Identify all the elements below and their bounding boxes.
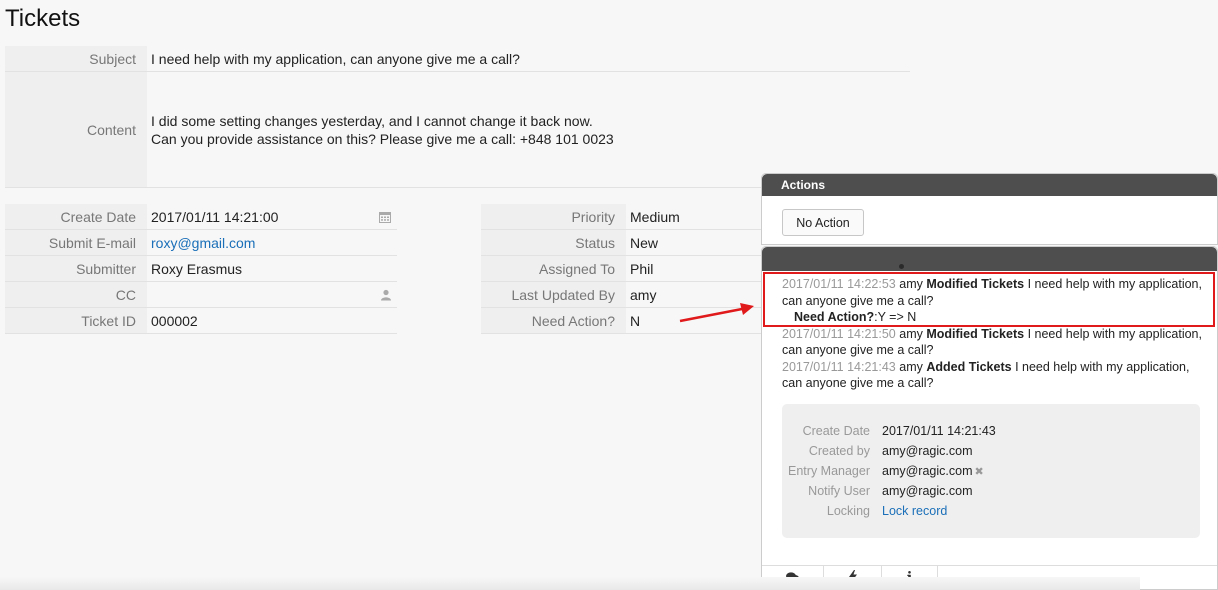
highlight-box — [763, 272, 1215, 327]
assigned-to-row: Assigned To Phil — [481, 256, 771, 282]
actions-header: Actions — [762, 174, 1217, 196]
info-created-by-value: amy@ragic.com — [882, 444, 973, 458]
subject-value[interactable]: I need help with my application, can any… — [147, 46, 910, 71]
info-locking-label: Locking — [826, 504, 870, 518]
cc-row: CC — [5, 282, 397, 308]
history-entry: 2017/01/11 14:21:43 amy Added Tickets I … — [782, 359, 1202, 392]
submit-email-link[interactable]: roxy@gmail.com — [151, 235, 255, 251]
status-row: Status New — [481, 230, 771, 256]
resize-handle[interactable] — [899, 264, 904, 269]
history-user: amy — [899, 326, 923, 341]
submitter-value[interactable]: Roxy Erasmus — [147, 256, 397, 281]
history-entry: 2017/01/11 14:21:50 amy Modified Tickets… — [782, 326, 1202, 359]
history-action: Modified Tickets — [926, 326, 1025, 341]
info-notify-user-row: Notify User amy@ragic.com — [782, 481, 1200, 501]
page-title: Tickets — [5, 5, 81, 32]
lock-record-link[interactable]: Lock record — [882, 504, 947, 518]
priority-row: Priority Medium — [481, 204, 771, 230]
info-entry-manager-value: amy@ragic.com — [882, 464, 973, 478]
history-action: Added Tickets — [926, 359, 1012, 374]
info-notify-user-value: amy@ragic.com — [882, 484, 973, 498]
create-date-field[interactable]: 2017/01/11 14:21:00 — [147, 204, 397, 229]
submit-email-label: Submit E-mail — [5, 230, 147, 255]
content-line-1: I did some setting changes yesterday, an… — [151, 112, 593, 129]
ticket-id-value: 000002 — [151, 312, 198, 329]
subject-row: Subject I need help with my application,… — [5, 46, 910, 72]
info-entry-manager-row: Entry Manager amy@ragic.com ✖ — [782, 461, 1200, 481]
info-create-date-row: Create Date 2017/01/11 14:21:43 — [782, 421, 1200, 441]
info-created-by-row: Created by amy@ragic.com — [782, 441, 1200, 461]
history-header — [762, 247, 1217, 271]
last-updated-by-label: Last Updated By — [481, 282, 626, 307]
content-row: Content I did some setting changes yeste… — [5, 72, 910, 188]
info-notify-user-label: Notify User — [808, 484, 870, 498]
info-created-by-label: Created by — [808, 444, 870, 458]
content-value[interactable]: I did some setting changes yesterday, an… — [147, 72, 910, 187]
actions-panel: Actions No Action — [761, 173, 1218, 245]
no-action-button[interactable]: No Action — [782, 209, 864, 236]
info-locking-row: Locking Lock record — [782, 501, 1200, 521]
create-date-label: Create Date — [5, 204, 147, 229]
history-timestamp: 2017/01/11 14:21:43 — [782, 359, 896, 374]
calendar-icon[interactable] — [379, 211, 391, 223]
info-create-date-value: 2017/01/11 14:21:43 — [882, 424, 996, 438]
ticket-id-row: Ticket ID 000002 — [5, 308, 397, 334]
submitter-label: Submitter — [5, 256, 147, 281]
submit-email-field: roxy@gmail.com — [147, 230, 397, 255]
priority-value[interactable]: Medium — [626, 204, 771, 229]
need-action-label: Need Action? — [481, 308, 626, 333]
remove-entry-manager-icon[interactable]: ✖ — [975, 465, 984, 478]
cc-label: CC — [5, 282, 147, 307]
priority-label: Priority — [481, 204, 626, 229]
record-info-box: Create Date 2017/01/11 14:21:43 Created … — [782, 404, 1200, 538]
assigned-to-value[interactable]: Phil — [626, 256, 771, 281]
ticket-id-label: Ticket ID — [5, 308, 147, 333]
submitter-row: Submitter Roxy Erasmus — [5, 256, 397, 282]
content-label: Content — [5, 72, 147, 187]
submit-email-row: Submit E-mail roxy@gmail.com — [5, 230, 397, 256]
status-value[interactable]: New — [626, 230, 771, 255]
cc-field[interactable] — [147, 282, 397, 307]
user-icon[interactable] — [381, 289, 391, 300]
assigned-to-label: Assigned To — [481, 256, 626, 281]
create-date-row: Create Date 2017/01/11 14:21:00 — [5, 204, 397, 230]
create-date-value: 2017/01/11 14:21:00 — [151, 208, 279, 225]
info-entry-manager-label: Entry Manager — [788, 464, 870, 478]
content-line-2: Can you provide assistance on this? Plea… — [151, 130, 614, 147]
bottom-shadow — [0, 577, 1140, 590]
annotation-arrow — [679, 303, 754, 323]
status-label: Status — [481, 230, 626, 255]
subject-label: Subject — [5, 46, 147, 71]
history-user: amy — [899, 359, 923, 374]
info-create-date-label: Create Date — [802, 424, 870, 438]
history-timestamp: 2017/01/11 14:21:50 — [782, 326, 896, 341]
